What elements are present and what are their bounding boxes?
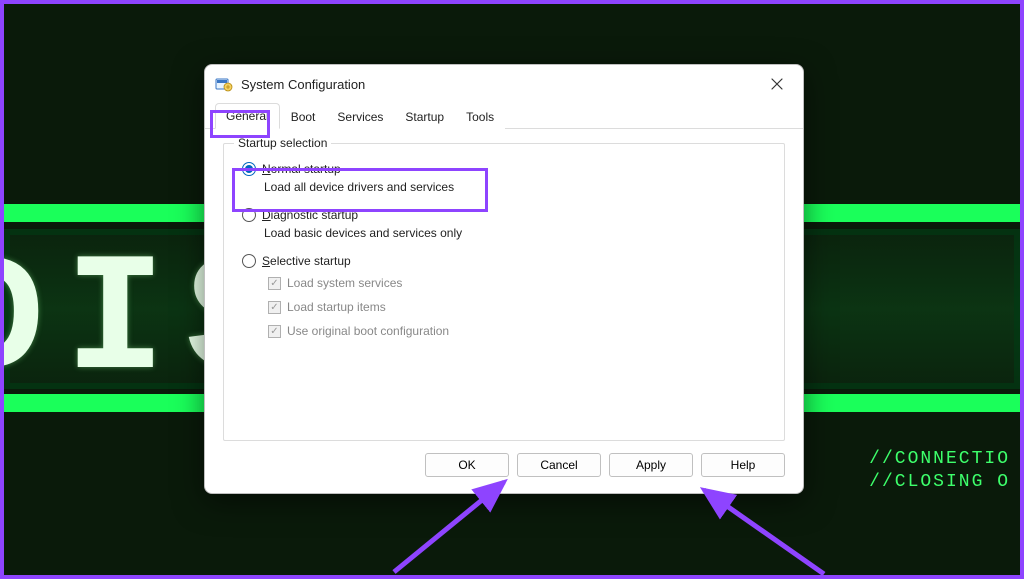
radio-selective-startup[interactable]: Selective startup: [242, 254, 770, 268]
radio-icon: [242, 254, 256, 268]
dialog-button-row: OK Cancel Apply Help: [205, 441, 803, 493]
titlebar[interactable]: System Configuration: [205, 65, 803, 103]
radio-icon: [242, 208, 256, 222]
check-label: Use original boot configuration: [287, 324, 449, 338]
radio-label: Normal startup: [262, 162, 341, 176]
option-desc: Load basic devices and services only: [264, 226, 770, 240]
tab-startup[interactable]: Startup: [394, 104, 455, 129]
close-icon: [771, 78, 783, 90]
startup-selection-group: Startup selection Normal startup Load al…: [223, 143, 785, 441]
radio-icon: [242, 162, 256, 176]
selective-sub-options: Load system services Load startup items …: [268, 276, 770, 338]
check-label: Load system services: [287, 276, 402, 290]
tab-general[interactable]: General: [215, 103, 280, 129]
tab-tools[interactable]: Tools: [455, 104, 505, 129]
tab-boot[interactable]: Boot: [280, 104, 327, 129]
radio-label: Diagnostic startup: [262, 208, 358, 222]
option-normal-startup: Normal startup Load all device drivers a…: [242, 162, 770, 194]
bg-status-line1: //CONNECTIO: [869, 449, 1010, 469]
radio-normal-startup[interactable]: Normal startup: [242, 162, 770, 176]
arrow-to-ok: [434, 482, 534, 579]
option-desc: Load all device drivers and services: [264, 180, 770, 194]
option-diagnostic-startup: Diagnostic startup Load basic devices an…: [242, 208, 770, 240]
tab-strip: General Boot Services Startup Tools: [205, 103, 803, 129]
option-selective-startup: Selective startup Load system services L…: [242, 254, 770, 338]
msconfig-icon: [215, 76, 233, 92]
check-use-original-boot[interactable]: Use original boot configuration: [268, 324, 770, 338]
ok-button[interactable]: OK: [425, 453, 509, 477]
checkbox-icon: [268, 277, 281, 290]
help-button[interactable]: Help: [701, 453, 785, 477]
cancel-button[interactable]: Cancel: [517, 453, 601, 477]
checkbox-icon: [268, 301, 281, 314]
dialog-title: System Configuration: [241, 77, 365, 92]
screenshot-viewport: DIS TED //CONNECTIO //CLOSING O System C…: [0, 0, 1024, 579]
arrow-to-apply: [704, 494, 834, 579]
check-label: Load startup items: [287, 300, 386, 314]
apply-button[interactable]: Apply: [609, 453, 693, 477]
bg-status-line2: //CLOSING O: [869, 472, 1010, 492]
check-load-system-services[interactable]: Load system services: [268, 276, 770, 290]
tab-services[interactable]: Services: [326, 104, 394, 129]
radio-label: Selective startup: [262, 254, 351, 268]
group-legend: Startup selection: [234, 136, 331, 150]
checkbox-icon: [268, 325, 281, 338]
system-configuration-dialog: System Configuration General Boot Servic…: [204, 64, 804, 494]
close-button[interactable]: [763, 70, 791, 98]
radio-diagnostic-startup[interactable]: Diagnostic startup: [242, 208, 770, 222]
check-load-startup-items[interactable]: Load startup items: [268, 300, 770, 314]
